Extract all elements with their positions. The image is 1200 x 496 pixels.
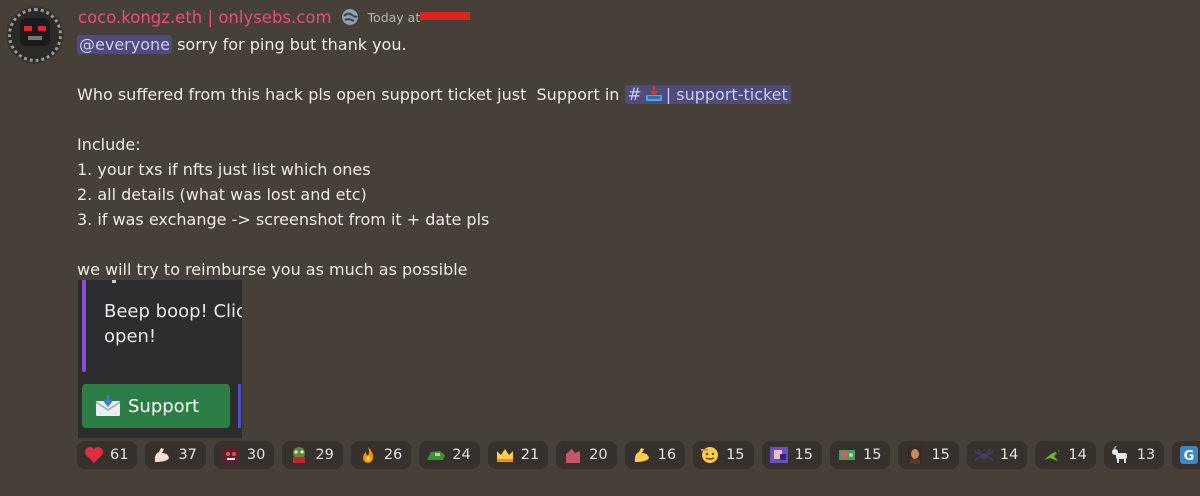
- reaction-money[interactable]: 15: [829, 441, 891, 469]
- reaction-pink-sticker[interactable]: 20: [556, 441, 617, 469]
- avatar-eye-right: [38, 26, 46, 31]
- reaction-fire[interactable]: 26: [350, 441, 412, 469]
- reaction-letter-g[interactable]: G 7: [1172, 441, 1200, 469]
- reaction-count: 29: [315, 447, 334, 463]
- fire-icon: [362, 447, 373, 463]
- envelope-arrow-icon: [95, 395, 121, 416]
- reaction-pixel-art[interactable]: 15: [761, 441, 822, 469]
- support-button[interactable]: Support: [82, 384, 230, 428]
- message-line-6: 1. your txs if nfts just list which ones: [77, 160, 371, 179]
- message-header: coco.kongz.eth | onlysebs.com Today at: [78, 4, 471, 30]
- reaction-count: 14: [1068, 447, 1087, 463]
- reaction-count: 15: [862, 447, 882, 463]
- reaction-count: 61: [110, 447, 129, 463]
- channel-hash: #: [627, 85, 642, 105]
- reaction-count: 26: [383, 447, 403, 463]
- reaction-heart[interactable]: 61: [77, 441, 138, 469]
- message-line-7: 2. all details (what was lost and etc): [77, 185, 367, 204]
- angry-creature-icon: [221, 447, 240, 463]
- reaction-salute[interactable]: 15: [693, 441, 754, 469]
- red-heart-icon: [85, 447, 103, 463]
- channel-separator: |: [665, 85, 672, 104]
- message-content: @everyone sorry for ping but thank you. …: [77, 32, 1177, 282]
- spider-icon: [974, 448, 994, 461]
- reaction-lizard[interactable]: 14: [1035, 441, 1096, 469]
- redacted-mark: [420, 11, 471, 20]
- reaction-count: 15: [726, 447, 745, 463]
- embed-text-line-2: open!: [104, 326, 157, 347]
- saluting-face-icon: [701, 447, 719, 463]
- reaction-biceps[interactable]: 16: [624, 441, 686, 469]
- message-line-blank: [77, 232, 1177, 257]
- avatar-face: [20, 18, 50, 46]
- reaction-count: 14: [999, 447, 1019, 463]
- timestamp[interactable]: Today at: [368, 10, 471, 25]
- channel-name: support-ticket: [676, 85, 788, 104]
- portrait-icon: [908, 446, 923, 464]
- message-line-3: Who suffered from this hack pls open sup…: [77, 82, 1177, 107]
- svg-text:G: G: [1184, 449, 1195, 464]
- line-text: Who suffered from this hack pls open sup…: [77, 85, 625, 104]
- inbox-tray-icon: [645, 87, 662, 101]
- avatar-eye-left: [24, 26, 32, 31]
- avatar-mouth: [28, 36, 42, 40]
- channel-mention[interactable]: # | support-ticket: [624, 85, 791, 105]
- message-line-10: we will try to reimburse you as much as …: [77, 260, 468, 279]
- message-line-blank: [77, 57, 1177, 82]
- reaction-creature[interactable]: 30: [213, 441, 275, 469]
- embed-edge: [238, 384, 241, 428]
- goat-icon: [1111, 446, 1127, 463]
- reaction-portrait[interactable]: 15: [898, 441, 959, 469]
- reaction-count: 24: [452, 447, 471, 463]
- frog-character-icon: [293, 447, 306, 463]
- message-line-1: @everyone sorry for ping but thank you.: [77, 32, 1177, 57]
- pixel-art-icon: [769, 447, 788, 463]
- globe-badge-icon: [341, 9, 358, 25]
- letter-g-icon: G: [1180, 446, 1199, 464]
- crown-icon: [496, 449, 513, 462]
- reaction-crown[interactable]: 21: [487, 441, 549, 469]
- embed-text-line-1: Beep boop! Click: [104, 301, 242, 322]
- reaction-count: 20: [589, 447, 608, 463]
- embed-text: Beep boop! Click open!: [104, 299, 242, 349]
- reaction-count: 15: [794, 447, 813, 463]
- embed-dot: [112, 280, 116, 283]
- reaction-frog[interactable]: 29: [282, 441, 343, 469]
- embed-accent-bar: [82, 280, 86, 372]
- reactions-bar: 61 37 30 29 26 24 21 20 16 15 15 15 15 1…: [77, 441, 1200, 469]
- message-line-5: Include:: [77, 135, 141, 154]
- money-sticker-icon: [838, 450, 855, 460]
- flexed-biceps-icon: [634, 448, 649, 462]
- user-avatar[interactable]: [8, 8, 62, 62]
- embed-image[interactable]: Beep boop! Click open! Support: [78, 280, 242, 438]
- line-text: sorry for ping but thank you.: [171, 35, 407, 54]
- reaction-spider[interactable]: 14: [966, 441, 1028, 469]
- everyone-mention[interactable]: @everyone: [77, 35, 172, 54]
- pink-sticker-icon: [566, 449, 581, 463]
- flexed-biceps-light-icon: [155, 448, 170, 462]
- username[interactable]: coco.kongz.eth | onlysebs.com: [78, 8, 332, 27]
- reaction-biceps-light[interactable]: 37: [145, 441, 206, 469]
- reaction-count: 37: [178, 447, 197, 463]
- support-button-label: Support: [128, 395, 200, 417]
- reaction-count: 15: [931, 447, 950, 463]
- timestamp-prefix: Today at: [367, 9, 421, 25]
- reaction-count: 16: [657, 447, 677, 463]
- reaction-goat[interactable]: 13: [1103, 441, 1165, 469]
- reaction-count: 13: [1136, 447, 1156, 463]
- message-line-8: 3. if was exchange -> screenshot from it…: [77, 210, 490, 229]
- reaction-green-shape[interactable]: 24: [419, 441, 480, 469]
- green-lizard-icon: [1044, 450, 1061, 461]
- green-shape-icon: [427, 451, 446, 460]
- reaction-count: 30: [246, 447, 266, 463]
- message-line-blank: [77, 107, 1177, 132]
- reaction-count: 21: [520, 447, 540, 463]
